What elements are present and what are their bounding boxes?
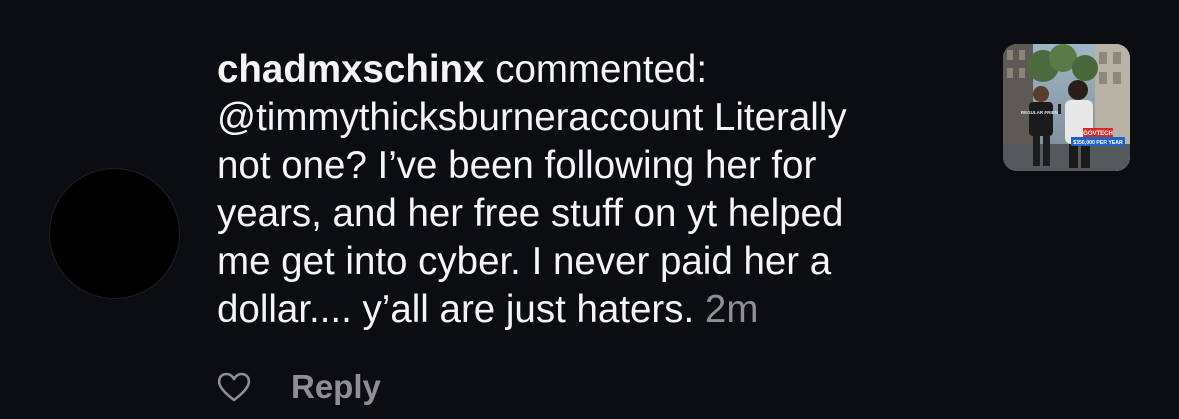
reply-button[interactable]: Reply bbox=[291, 368, 381, 406]
comment-timestamp: 2m bbox=[704, 288, 759, 331]
comment-body-line: @timmythicksburneraccount Literally bbox=[217, 96, 847, 139]
comment-body-line: me get into cyber. I never paid her a bbox=[217, 240, 832, 283]
badge-bottom-text: $350,000 PER YEAR bbox=[1073, 140, 1123, 146]
post-thumbnail-image: REGULAR FRIEND GOVTECH $350,000 PER YEAR bbox=[1003, 44, 1130, 171]
comment-action: commented: bbox=[495, 48, 708, 91]
comment-line-1: chadmxschinx commented: bbox=[217, 46, 977, 94]
comment-username[interactable]: chadmxschinx bbox=[217, 48, 484, 91]
post-thumbnail[interactable]: REGULAR FRIEND GOVTECH $350,000 PER YEAR bbox=[1003, 44, 1130, 171]
badge-top-text: GOVTECH bbox=[1083, 131, 1113, 137]
comment-actions: Reply bbox=[217, 365, 381, 409]
comment-last-line: dollar.... y’all are just haters. 2m bbox=[217, 286, 977, 334]
comment-body-line: dollar.... y’all are just haters. bbox=[217, 288, 695, 331]
comment-text: chadmxschinx commented: @timmythicksburn… bbox=[217, 46, 977, 334]
comment-body-line: not one? I’ve been following her for bbox=[217, 144, 817, 187]
shirt-text: REGULAR FRIEND bbox=[1021, 110, 1062, 115]
avatar[interactable] bbox=[49, 168, 180, 299]
comment-notification[interactable]: chadmxschinx commented: @timmythicksburn… bbox=[0, 0, 1179, 419]
comment-body-line: years, and her free stuff on yt helped bbox=[217, 192, 844, 235]
heart-icon[interactable] bbox=[217, 372, 251, 402]
